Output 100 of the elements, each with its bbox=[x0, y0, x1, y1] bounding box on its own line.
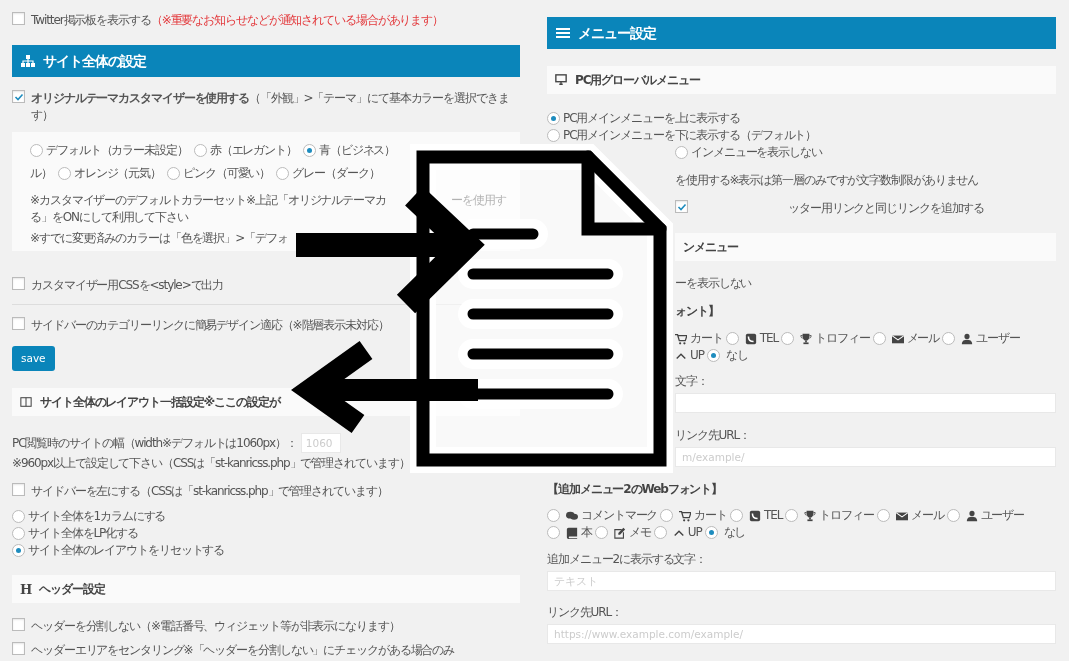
radio-label: デフォルト（カラー未設定） bbox=[46, 142, 188, 159]
radio-button[interactable] bbox=[302, 144, 316, 157]
radio-label: コメントマーク bbox=[581, 507, 658, 524]
radio-button[interactable] bbox=[167, 167, 180, 180]
radio-label: なし bbox=[725, 347, 748, 364]
radio-button[interactable] bbox=[872, 332, 886, 345]
trophy-icon bbox=[800, 332, 812, 345]
radio-label: なし bbox=[723, 524, 746, 541]
group-label: 【追加メニュー2のWebフォント】 bbox=[547, 481, 724, 498]
field-label: 文字： bbox=[675, 373, 709, 390]
radio-label: カート bbox=[694, 507, 727, 524]
radio-label: 赤（エレガント） bbox=[209, 142, 297, 159]
radio-button[interactable] bbox=[946, 509, 960, 522]
radio-button[interactable] bbox=[876, 509, 890, 522]
user-icon bbox=[965, 509, 978, 522]
note-text: る」をONにして利用して下さい bbox=[30, 209, 188, 226]
radio-label: メモ bbox=[628, 524, 651, 541]
radio-label: サイト全体をLP化する bbox=[28, 525, 138, 542]
help-text: を使用する※表示は第一層のみですが文字数制限がありません bbox=[675, 172, 980, 189]
radio-label: ユーザー bbox=[980, 507, 1025, 524]
cart-icon bbox=[675, 332, 687, 345]
checkbox[interactable] bbox=[12, 12, 25, 25]
radio-button[interactable] bbox=[730, 509, 743, 522]
checkbox-label: ヘッダーエリアをセンタリング※「ヘッダーを分割しない」にチェックがある場合のみ bbox=[31, 642, 455, 659]
field-label: PC閲覧時のサイトの幅（width※デフォルトは1060px）： bbox=[12, 434, 297, 452]
radio-button[interactable] bbox=[704, 526, 718, 539]
radio-label: TEL bbox=[764, 507, 783, 524]
checkbox[interactable] bbox=[675, 200, 688, 213]
radio-label: UP bbox=[687, 524, 702, 541]
radio-button[interactable] bbox=[725, 332, 739, 345]
field-label: 追加メニュー2に表示する文字： bbox=[547, 551, 708, 568]
checkbox[interactable] bbox=[12, 483, 25, 496]
radio-button[interactable] bbox=[12, 527, 25, 540]
radio-button[interactable] bbox=[547, 129, 560, 142]
radio-button[interactable] bbox=[675, 146, 688, 159]
checkbox[interactable] bbox=[12, 317, 25, 330]
subsection-title: サイト全体のレイアウト一括設定※ここの設定が bbox=[40, 393, 280, 411]
radio-button[interactable] bbox=[785, 509, 799, 522]
group-label: ォント】 bbox=[675, 303, 720, 320]
radio-button[interactable] bbox=[547, 509, 560, 522]
checkbox[interactable] bbox=[12, 618, 25, 631]
warning-note: （※重要なお知らせなどが通知されている場合があります） bbox=[150, 13, 444, 27]
radio-button[interactable] bbox=[276, 167, 290, 180]
user-icon bbox=[961, 332, 974, 345]
monitor-icon bbox=[555, 74, 567, 86]
radio-button[interactable] bbox=[660, 509, 674, 522]
checkbox-label: サイドバーを左にする（CSSは「st-kanricss.php」で管理されています） bbox=[31, 483, 388, 500]
envelope-icon bbox=[891, 332, 904, 345]
subsection-title: ンメニュー bbox=[683, 238, 738, 256]
section-title: メニュー設定 bbox=[578, 24, 656, 42]
radio-button[interactable] bbox=[653, 526, 667, 539]
subsection-title: ヘッダー設定 bbox=[39, 580, 105, 598]
radio-label: PC用メインメニューを上に表示する bbox=[563, 110, 740, 127]
save-button[interactable]: save bbox=[12, 346, 55, 371]
radio-button[interactable] bbox=[547, 112, 560, 125]
phone-icon bbox=[744, 332, 757, 345]
checkbox[interactable] bbox=[12, 642, 25, 655]
book-icon bbox=[566, 526, 578, 539]
radio-button[interactable] bbox=[12, 510, 25, 523]
radio-button[interactable] bbox=[706, 349, 720, 362]
radio-button[interactable] bbox=[57, 167, 71, 180]
radio-label: TEL bbox=[759, 330, 778, 347]
radio-label: 本 bbox=[581, 524, 592, 541]
radio-label: カート bbox=[690, 330, 723, 347]
envelope-icon bbox=[895, 509, 908, 522]
checkbox-label: サイドバーのカテゴリーリンクに簡易デザイン適応（※階層表示未対応） bbox=[31, 317, 389, 334]
phone-icon bbox=[749, 509, 761, 522]
radio-label: サイト全体のレイアウトをリセットする bbox=[28, 542, 225, 559]
help-text: ーを表示しない bbox=[675, 275, 753, 292]
pencil-square-icon bbox=[613, 526, 626, 539]
columns-icon bbox=[20, 396, 32, 408]
radio-button[interactable] bbox=[594, 526, 608, 539]
radio-button[interactable] bbox=[547, 526, 560, 539]
radio-label: オレンジ（元気） bbox=[73, 165, 161, 182]
radio-button[interactable] bbox=[30, 144, 43, 157]
checkbox-label: ッター用リンクと同じリンクを追加する bbox=[788, 200, 985, 217]
radio-label: サイト全体を1カラムにする bbox=[28, 508, 166, 525]
radio-label: グレー（ダーク） bbox=[292, 165, 380, 182]
radio-label: インメニューを表示しない bbox=[691, 144, 822, 161]
subsection-title: PC用グローバルメニュー bbox=[575, 71, 700, 89]
checkbox-label: Twitter掲示板を表示する bbox=[31, 13, 151, 27]
checkbox-label: カスタマイザー用CSSを<style>で出力 bbox=[31, 277, 224, 294]
radio-label: メール bbox=[906, 330, 940, 347]
radio-label: PC用メインメニューを下に表示する（デフォルト） bbox=[563, 127, 817, 144]
radio-button[interactable] bbox=[781, 332, 794, 345]
radio-button[interactable] bbox=[193, 144, 207, 157]
note-text: ※カスタマイザーのデフォルトカラーセット※上記「オリジナルテーマカ bbox=[30, 192, 386, 209]
radio-label: メール bbox=[910, 507, 944, 524]
radio-label: ピンク（可愛い） bbox=[183, 165, 271, 182]
section-title: サイト全体の設定 bbox=[43, 52, 147, 70]
note-text: ※すでに変更済みのカラーは「色を選択」>「デフォ bbox=[30, 230, 288, 247]
checkbox[interactable] bbox=[12, 90, 25, 103]
radio-label: ル） bbox=[30, 165, 52, 182]
field-label: リンク先URL： bbox=[675, 427, 751, 444]
speech-bubbles-icon bbox=[566, 509, 578, 522]
radio-button[interactable] bbox=[12, 544, 25, 557]
checkbox[interactable] bbox=[12, 277, 25, 290]
radio-label: 青（ビジネス） bbox=[318, 142, 396, 159]
help-text: ※960px以上で設定して下さい（CSSは「st-kanricss.php」で管理されています） bbox=[12, 455, 411, 472]
radio-button[interactable] bbox=[942, 332, 956, 345]
